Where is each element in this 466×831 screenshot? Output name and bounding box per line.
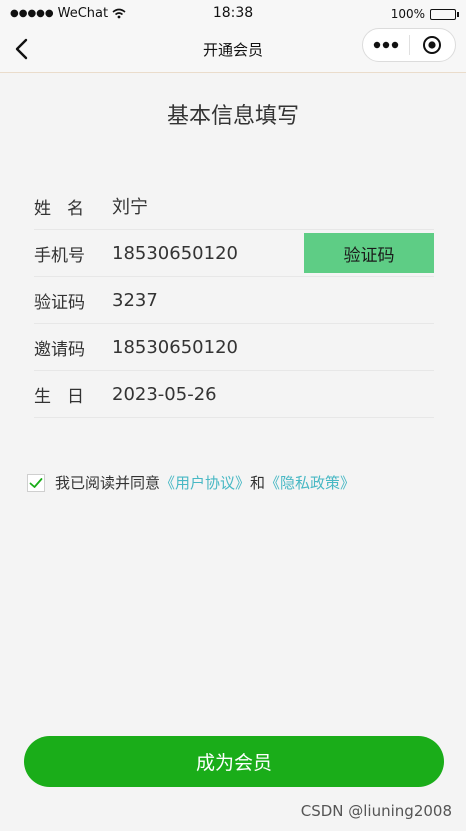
watermark: CSDN @liuning2008: [300, 802, 452, 820]
name-input[interactable]: 刘宁: [112, 193, 148, 219]
phone-input[interactable]: 18530650120: [112, 243, 238, 264]
battery-percent: 100%: [390, 7, 425, 21]
agreement-text: 我已阅读并同意: [55, 474, 161, 492]
status-right: 100%: [390, 7, 459, 21]
invite-label: 邀请码: [34, 339, 85, 360]
invite-input[interactable]: 18530650120: [112, 337, 238, 358]
nav-bar: 开通会员: [0, 28, 466, 73]
agreement-row: 我已阅读并同意 《用户协议》 和 《隐私政策》: [27, 472, 355, 493]
name-label: 姓名: [34, 198, 100, 219]
agreement-and: 和: [250, 474, 266, 492]
mini-program-capsule: [362, 28, 456, 62]
battery-icon: [430, 8, 459, 20]
phone-label: 手机号: [34, 245, 85, 266]
invite-row: 邀请码 18530650120: [34, 324, 434, 371]
code-input[interactable]: 3237: [112, 290, 158, 311]
page-heading: 基本信息填写: [166, 104, 299, 129]
become-member-button[interactable]: 成为会员: [24, 736, 444, 787]
birthday-row: 生日 2023-05-26: [34, 371, 434, 418]
code-label: 验证码: [34, 292, 85, 313]
more-dots-icon: [373, 41, 398, 49]
get-code-button[interactable]: 验证码: [304, 233, 434, 273]
target-circle-icon: [423, 36, 442, 54]
checkmark-icon: [29, 477, 43, 488]
privacy-policy-link[interactable]: 《隐私政策》: [265, 472, 355, 493]
close-button[interactable]: [409, 29, 455, 61]
code-row: 验证码 3237: [34, 277, 434, 324]
phone-row: 手机号 18530650120 验证码: [34, 230, 434, 277]
name-row: 姓名 刘宁: [34, 183, 434, 230]
birthday-label: 生日: [34, 386, 100, 407]
more-button[interactable]: [363, 29, 409, 61]
status-bar: ●●●●● WeChat 18:38 100%: [0, 0, 466, 28]
agreement-checkbox[interactable]: [27, 473, 45, 492]
user-agreement-link[interactable]: 《用户协议》: [160, 472, 250, 493]
birthday-picker[interactable]: 2023-05-26: [112, 384, 217, 405]
member-form: 姓名 刘宁 手机号 18530650120 验证码 验证码 3237 邀请码 1…: [34, 183, 434, 418]
